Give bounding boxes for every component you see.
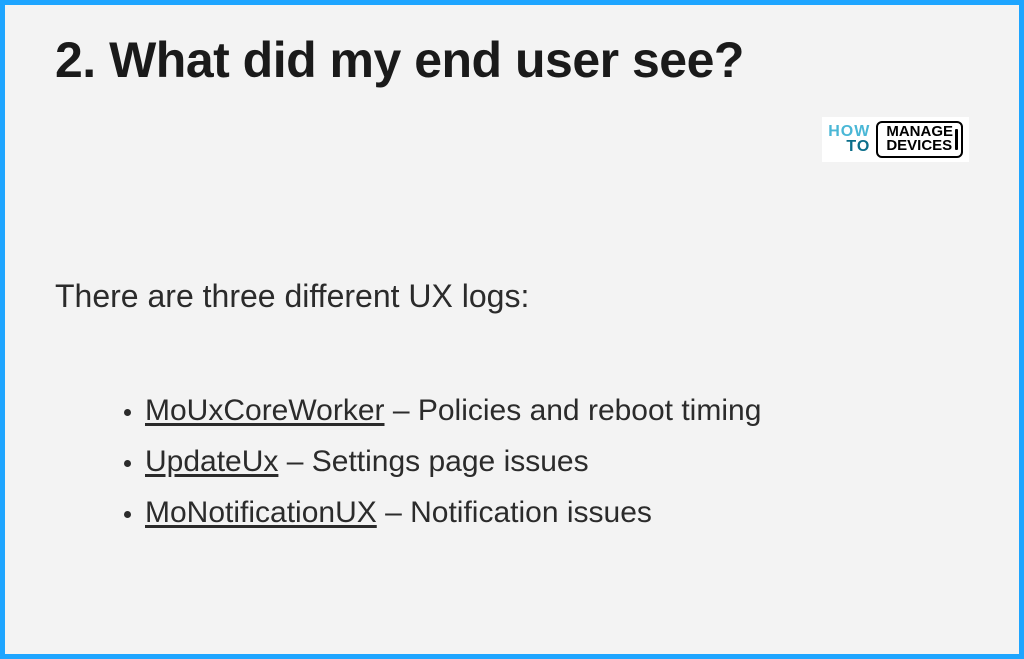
- log-desc: – Notification issues: [377, 496, 652, 529]
- logo-text-how: HOW: [828, 124, 870, 139]
- log-desc: – Policies and reboot timing: [385, 394, 762, 427]
- list-item: UpdateUx – Settings page issues: [145, 436, 969, 487]
- slide-title: 2. What did my end user see?: [55, 33, 969, 88]
- bullet-list: MoUxCoreWorker – Policies and reboot tim…: [55, 385, 969, 538]
- brand-logo: HOW TO MANAGE DEVICES: [822, 117, 969, 162]
- intro-text: There are three different UX logs:: [55, 278, 969, 315]
- logo-left: HOW TO: [828, 124, 870, 154]
- list-item: MoUxCoreWorker – Policies and reboot tim…: [145, 385, 969, 436]
- list-item: MoNotificationUX – Notification issues: [145, 487, 969, 538]
- log-name: MoNotificationUX: [145, 496, 377, 529]
- logo-accent-bar: [955, 129, 958, 150]
- logo-text-devices: DEVICES: [886, 139, 953, 153]
- log-desc: – Settings page issues: [278, 445, 588, 478]
- logo-right: MANAGE DEVICES: [876, 121, 963, 158]
- log-name: MoUxCoreWorker: [145, 394, 385, 427]
- log-name: UpdateUx: [145, 445, 278, 478]
- logo-text-to: TO: [828, 139, 870, 154]
- slide-frame: 2. What did my end user see? HOW TO MANA…: [0, 0, 1024, 659]
